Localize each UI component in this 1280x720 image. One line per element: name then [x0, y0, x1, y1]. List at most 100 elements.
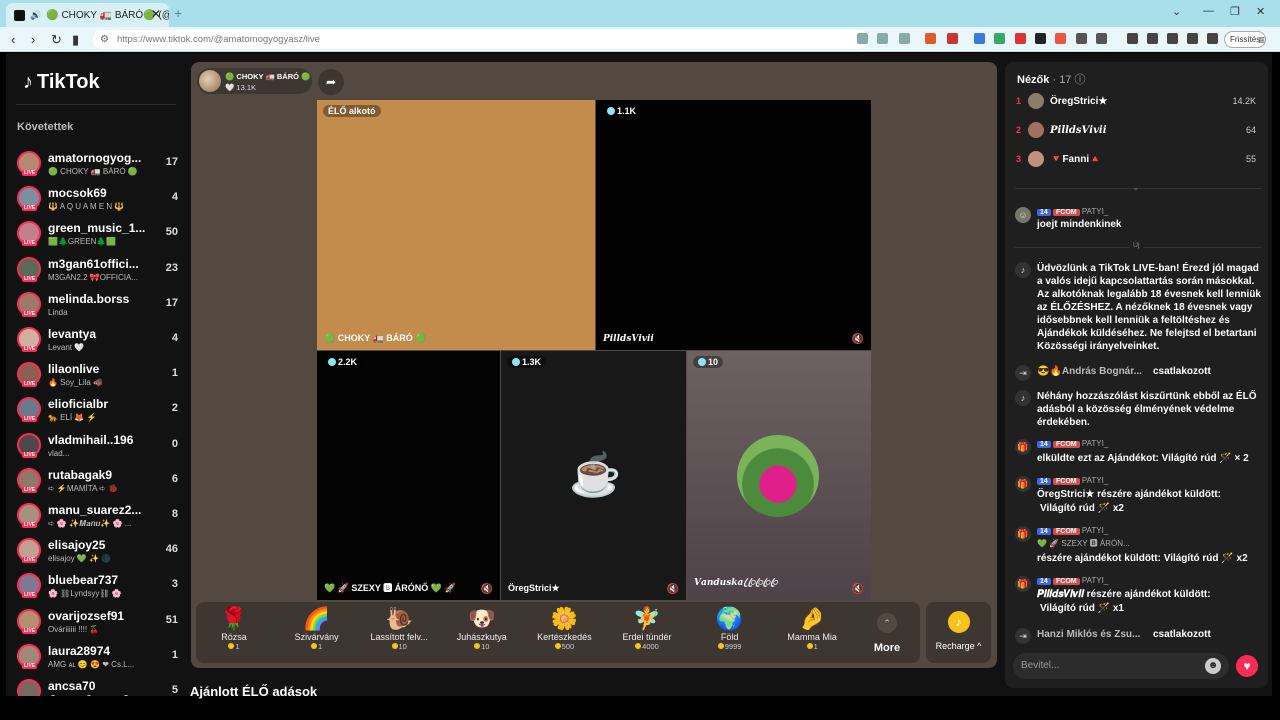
- system-message: ♪ Néhány hozzászólást kiszűrtünk ebből a…: [1015, 390, 1261, 430]
- following-item[interactable]: LIVE bluebear737 🌸 ⛓Lyndsyy⛓ 🌸 3: [14, 570, 180, 605]
- browser-tab[interactable]: 🔊 🟢 CHOKY 🚛 BÁRÓ🟢 (@amato... ✕: [6, 3, 169, 27]
- speaker-icon[interactable]: 🔊: [30, 10, 41, 21]
- following-name: manu_suarez2...: [48, 503, 142, 517]
- translate-icon[interactable]: [974, 33, 985, 44]
- coin-icon: [311, 643, 317, 649]
- close-tab-icon[interactable]: ✕: [151, 7, 161, 21]
- viewer-count: 46: [165, 543, 178, 556]
- share-page-icon[interactable]: [899, 33, 910, 44]
- chevron-down-icon[interactable]: ⌄: [1132, 182, 1140, 193]
- guest-cell[interactable]: 10 𝑽𝒂𝒏𝒅𝒖𝒔𝒌𝒂 ꦿꦿꦿꦿꦿ 🔇: [687, 351, 871, 600]
- media-icon[interactable]: [1127, 33, 1138, 44]
- following-subtitle: 🟢 CHOKY 🚛 BÁRÓ 🟢: [48, 167, 138, 176]
- following-item[interactable]: LIVE mocsok69 🔱 A Q U A M E N 🔱 4: [14, 183, 180, 218]
- following-item[interactable]: LIVE manu_suarez2... ➪ 🌸 ✨𝑴𝒂𝒏𝒖✨ 🌸 ... 8: [14, 500, 180, 535]
- gift-item[interactable]: 🐌 Lassított felv... 10: [359, 606, 439, 662]
- tab-list-icon[interactable]: ⌄: [1172, 5, 1181, 18]
- viewer-count: 50: [165, 226, 178, 239]
- system-message: ♪ Üdvözlünk a TikTok LIVE-ban! Érezd jól…: [1015, 262, 1261, 354]
- ext2-icon[interactable]: [994, 33, 1005, 44]
- leo-icon[interactable]: [1187, 33, 1198, 44]
- info-icon: ⓘ: [1074, 74, 1086, 86]
- emoji-icon[interactable]: ☻: [1205, 658, 1221, 674]
- ext4-icon[interactable]: [1035, 33, 1046, 44]
- following-item[interactable]: LIVE melinda.borss Linda 17: [14, 289, 180, 324]
- following-item[interactable]: LIVE m3gan61offici... M3GAN2.2 🎀OFFICIA...…: [14, 254, 180, 289]
- host-avatar[interactable]: [199, 70, 221, 92]
- ext-icon[interactable]: [857, 33, 868, 44]
- gift-item[interactable]: 🌼 Kertészkedés 500: [524, 606, 604, 662]
- more-gifts-button[interactable]: ⌃ More: [871, 606, 903, 662]
- top-viewer-row[interactable]: 1 ÖregStrici★ 14.2K: [1015, 92, 1261, 114]
- extensions-icon[interactable]: [1076, 33, 1087, 44]
- recharge-button[interactable]: ♪ Recharge ^: [926, 602, 991, 663]
- guest-cell-host[interactable]: ÉLŐ alkotó 🟢 CHOKY 🚛 BÁRÓ 🟢: [317, 100, 595, 350]
- following-name: mocsok69: [48, 186, 107, 201]
- url-field[interactable]: ⚙ https://www.tiktok.com/@amatomogyogyas…: [93, 30, 868, 49]
- reload-icon[interactable]: ↻: [51, 32, 62, 48]
- following-item[interactable]: LIVE levantya Levant 🤍 4: [14, 324, 180, 359]
- guest-cell[interactable]: 1.1K 𝑷𝒊𝒍𝒍𝒅𝒔𝑽𝒊𝒗𝒊𝒊 🔇: [596, 100, 871, 350]
- ext3-icon[interactable]: [1015, 33, 1026, 44]
- following-item[interactable]: LIVEancsa70🌸 Ancsa 🌸 Bóbita 🌸5: [14, 676, 180, 696]
- top-viewer-row[interactable]: 2 𝑷𝒊𝒍𝒍𝒅𝒔𝑽𝒊𝒗𝒊𝒊 64: [1015, 121, 1261, 143]
- heart-icon[interactable]: ♥: [1236, 655, 1258, 677]
- chat-input[interactable]: Bevitel...: [1013, 653, 1229, 679]
- brave-shield-icon[interactable]: [925, 33, 936, 44]
- sidebar-icon[interactable]: [1147, 33, 1158, 44]
- back-icon[interactable]: ‹: [11, 32, 15, 47]
- following-item[interactable]: LIVE elioficialbr 🐆 ELÍ 🦊 ⚡ 2: [14, 394, 180, 429]
- site-info-icon[interactable]: ⚙: [100, 30, 109, 49]
- guest-cell[interactable]: 2.2K 💚 🚀 SZEXY 🅱 ÁRÓNŐ 💚 🚀 🔇: [317, 351, 500, 600]
- tiktok-logo[interactable]: ♪ TikTok: [23, 71, 100, 94]
- alert-icon[interactable]: [947, 33, 958, 44]
- following-item[interactable]: LIVE rutabagak9 ➪ ⚡MAMÍTA ➪ 🐞 6: [14, 465, 180, 500]
- gem-icon: [512, 358, 520, 366]
- ext5-icon[interactable]: [1055, 33, 1066, 44]
- top-viewer-row[interactable]: 3 🔻Fanni🔺 55: [1015, 150, 1261, 172]
- maximize-icon[interactable]: ❐: [1230, 5, 1240, 18]
- gift-icon: 🎁: [1015, 476, 1031, 492]
- following-item[interactable]: LIVE ovarijozsef91 Ováriiiiii !!!! 🍒 51: [14, 606, 180, 641]
- user-badges: 14 FCOM PATYI_: [1037, 207, 1108, 216]
- minimize-icon[interactable]: —: [1203, 5, 1214, 17]
- following-item[interactable]: LIVE vladmihail..196 vlad... 0: [14, 430, 180, 465]
- cell-badge: ÉLŐ alkotó: [323, 105, 381, 117]
- new-tab-button[interactable]: +: [174, 5, 182, 21]
- bookmark-icon[interactable]: ▮: [72, 32, 79, 48]
- gift-item[interactable]: 🐶 Juhászkutya 10: [442, 606, 522, 662]
- gift-item[interactable]: 🌍 Föld 9999: [690, 606, 770, 662]
- viewer-count: 5: [171, 684, 178, 696]
- forward-icon[interactable]: ›: [31, 32, 35, 47]
- gift-price: 10: [442, 642, 522, 651]
- viewer-count: 0: [171, 437, 178, 450]
- following-subtitle: 🔥 Soy_Lila 🐗: [48, 378, 104, 388]
- viewers-header[interactable]: Nézők · 17 ⓘ: [1017, 71, 1086, 87]
- zoom-icon[interactable]: [877, 33, 888, 44]
- following-item[interactable]: LIVE elisajoy25 elisajoy 💚 ✨ 🌑 46: [14, 535, 180, 570]
- following-item[interactable]: LIVE amatornogyog... 🟢 CHOKY 🚛 BÁRÓ 🟢 17: [14, 148, 180, 183]
- gift-item[interactable]: 🤌 Mamma Mia 1: [772, 606, 852, 662]
- mute-icon: 🔇: [666, 584, 679, 595]
- vpn-icon[interactable]: [1207, 33, 1218, 44]
- menu-icon[interactable]: ≡: [1258, 33, 1265, 47]
- following-subtitle: vlad...: [48, 448, 70, 458]
- close-window-icon[interactable]: ✕: [1256, 5, 1265, 18]
- user-badges: 14 FCOM PATYI_: [1037, 476, 1108, 485]
- gift-item[interactable]: 🧚 Erdei tündér 4000: [607, 606, 687, 662]
- following-item[interactable]: LIVE lilaonlive 🔥 Soy_Lila 🐗 1: [14, 359, 180, 394]
- guest-cell[interactable]: 1.3K ☕ ÖregStrici★ 🔇: [501, 351, 686, 600]
- gift-name: Mamma Mia: [787, 632, 837, 642]
- recommended-header: Ajánlott ÉLŐ adások: [190, 684, 318, 699]
- ext6-icon[interactable]: [1096, 33, 1107, 44]
- gift-item[interactable]: 🌈 Szivárvány 1: [277, 606, 357, 662]
- following-name: vladmihail..196: [48, 432, 134, 447]
- share-icon[interactable]: ➦: [318, 69, 344, 95]
- wallet-icon[interactable]: [1167, 33, 1178, 44]
- join-message: ⇥ 😎🔥András Bognár... csatlakozott: [1015, 365, 1261, 381]
- following-item[interactable]: LIVE green_music_1... 🟩🌲GREEN🌲🟩 50: [14, 218, 180, 253]
- viewer-count: 1: [171, 367, 178, 380]
- following-item[interactable]: LIVE laura28974 AMG ᴀʟ 😊 😍 ❤ Cs.L... 1: [14, 641, 180, 676]
- gift-item[interactable]: 🌹 Rózsa 1: [194, 606, 274, 662]
- gift-icon: 🤌: [798, 606, 826, 631]
